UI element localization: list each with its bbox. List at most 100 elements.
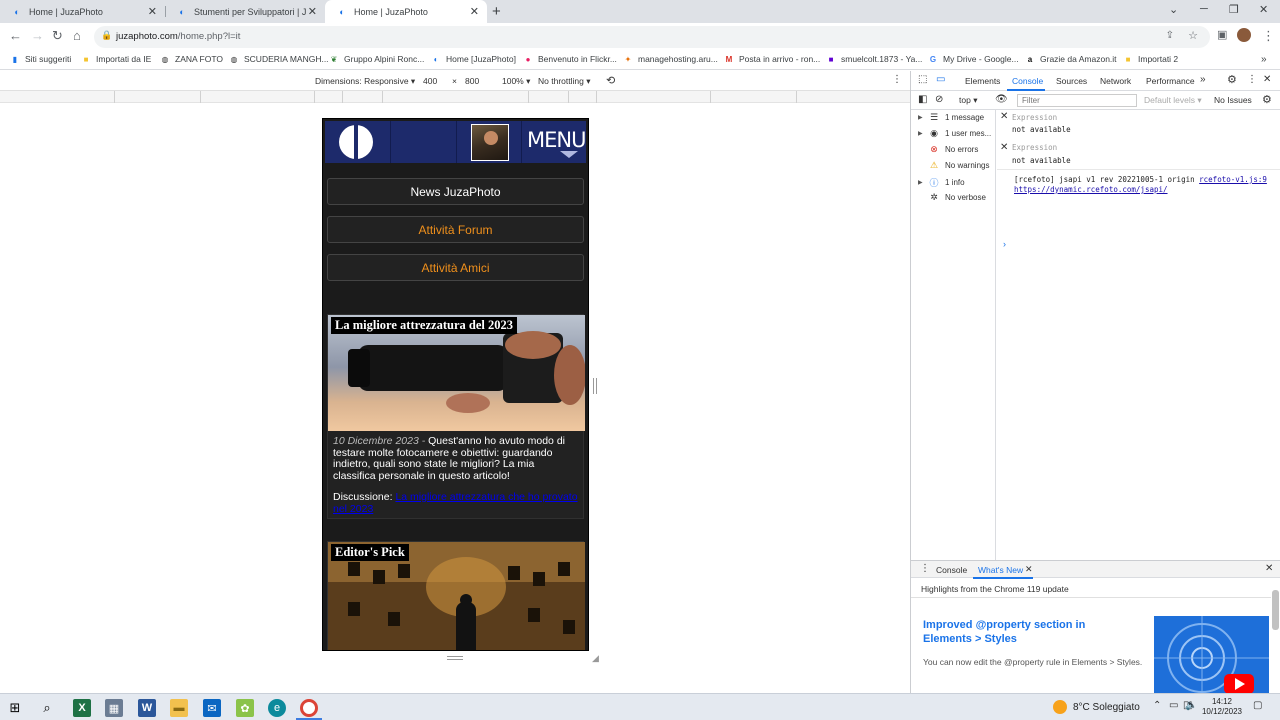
reload-icon[interactable]: ↻ xyxy=(52,28,63,44)
close-devtools-icon[interactable]: ✕ xyxy=(1263,74,1271,85)
live-expression-label[interactable]: Expression xyxy=(1012,143,1057,152)
close-tab-icon[interactable]: ✕ xyxy=(148,5,157,18)
bookmark-managehosting[interactable]: ✦ managehosting.aru... xyxy=(623,54,718,64)
tray-chevron-icon[interactable]: ⌃ xyxy=(1153,700,1161,711)
remove-expression-icon[interactable]: ✕ xyxy=(1000,111,1008,122)
device-more-icon[interactable]: ⋮ xyxy=(892,74,902,85)
width-input[interactable]: 400 xyxy=(423,76,437,86)
file-explorer-icon[interactable]: ▬ xyxy=(170,699,188,717)
weather-widget[interactable]: 8°C Soleggiato xyxy=(1053,700,1140,714)
calculator-icon[interactable]: ▦ xyxy=(105,699,123,717)
resize-handle-right[interactable] xyxy=(593,378,597,394)
chrome-icon[interactable] xyxy=(300,699,318,717)
live-expression-eye-icon[interactable]: 👁 xyxy=(995,94,1008,105)
notifications-cell[interactable]: 0 ▷ 0 ▷ 0 ✉ xyxy=(457,121,522,163)
bookmark-yahoo[interactable]: ■ smuelcolt.1873 - Ya... xyxy=(826,54,923,64)
excel-icon[interactable]: X xyxy=(73,699,91,717)
close-window-icon[interactable]: ✕ xyxy=(1259,3,1268,16)
sidebar-toggle-icon[interactable]: ◧ xyxy=(918,94,927,105)
sidebar-errors[interactable]: ⊗ No errors xyxy=(918,144,978,155)
notifications-icon[interactable]: ▢ xyxy=(1253,700,1262,711)
more-options-icon[interactable]: ⋮ xyxy=(1262,28,1275,44)
battery-icon[interactable]: ▭ xyxy=(1169,700,1178,711)
context-selector[interactable]: top ▾ xyxy=(959,95,977,106)
news-juzaphoto-button[interactable]: News JuzaPhoto xyxy=(327,178,584,205)
clear-console-icon[interactable]: ⊘ xyxy=(935,94,943,105)
tab-home-juzaphoto-active[interactable]: ◐ Home | JuzaPhoto ✕ xyxy=(325,0,487,23)
close-tab-icon[interactable]: ✕ xyxy=(470,5,479,18)
live-expression-label[interactable]: Expression xyxy=(1012,113,1057,122)
bookmark-posta[interactable]: M Posta in arrivo - ron... xyxy=(724,54,821,64)
home-icon[interactable]: ⌂ xyxy=(73,28,81,43)
resize-handle-bottom[interactable] xyxy=(447,656,463,660)
inspect-element-icon[interactable]: ⬚ xyxy=(918,74,927,85)
bookmark-google-drive[interactable]: G My Drive - Google... xyxy=(928,54,1019,64)
bookmark-scuderia[interactable]: ◍ SCUDERIA MANGH... xyxy=(229,54,329,64)
tab-sources[interactable]: Sources xyxy=(1056,76,1087,86)
remove-expression-icon[interactable]: ✕ xyxy=(1000,142,1008,153)
resize-handle-corner-icon[interactable]: ◢ xyxy=(592,653,599,664)
devtools-more-icon[interactable]: ⋮ xyxy=(1247,74,1257,85)
minimize-icon[interactable]: ─ xyxy=(1200,3,1208,15)
dimensions-dropdown[interactable]: Dimensions: Responsive ▾ xyxy=(315,76,415,87)
sidebar-warnings[interactable]: ⚠ No warnings xyxy=(918,160,990,171)
sidebar-messages[interactable]: ▶ ☰ 1 message xyxy=(918,112,984,123)
sidebar-verbose[interactable]: ✲ No verbose xyxy=(918,192,986,203)
tab-home-juzaphoto-1[interactable]: ◐ Home | JuzaPhoto ✕ xyxy=(0,0,165,23)
sidebar-info[interactable]: ▶ ⓘ 1 info xyxy=(918,176,965,189)
rotate-icon[interactable]: ⟲ xyxy=(606,74,615,87)
editors-pick-title[interactable]: Editor's Pick xyxy=(331,544,409,561)
drawer-menu-icon[interactable]: ⋮ xyxy=(920,563,930,574)
word-icon[interactable]: W xyxy=(138,699,156,717)
bookmark-importati-ie[interactable]: ■ Importati da IE xyxy=(81,54,152,64)
profile-avatar[interactable] xyxy=(1237,28,1251,42)
settings-gear-icon[interactable]: ⚙ xyxy=(1227,73,1237,86)
lock-icon[interactable]: 🔒 xyxy=(101,30,112,41)
attivita-amici-button[interactable]: Attività Amici xyxy=(327,254,584,281)
zoom-dropdown[interactable]: 100% ▾ xyxy=(502,76,530,87)
tab-performance[interactable]: Performance xyxy=(1146,76,1195,86)
tab-network[interactable]: Network xyxy=(1100,76,1131,86)
windows-start-icon[interactable]: ⊞ xyxy=(6,699,24,717)
bookmark-siti-suggeriti[interactable]: ▮ Siti suggeriti xyxy=(10,54,72,64)
more-bookmarks-chevron-icon[interactable]: » xyxy=(1261,54,1267,65)
address-bar[interactable]: 🔒 juzaphoto.com/home.php?l=it ⇪ ☆ xyxy=(94,26,1210,48)
editors-pick-card[interactable]: Editor's Pick xyxy=(327,541,585,650)
taskbar-clock[interactable]: 14:12 10/12/2023 xyxy=(1199,697,1245,717)
log-source-link[interactable]: rcefoto-v1.js:9 xyxy=(1199,175,1267,184)
attivita-forum-button[interactable]: Attività Forum xyxy=(327,216,584,243)
bookmark-importati-2[interactable]: ■ Importati 2 xyxy=(1123,54,1179,64)
height-input[interactable]: 800 xyxy=(465,76,479,86)
bookmark-zana-foto[interactable]: ◍ ZANA FOTO xyxy=(160,54,224,64)
throttling-dropdown[interactable]: No throttling ▾ xyxy=(538,76,591,87)
console-prompt-icon[interactable]: › xyxy=(1003,239,1006,249)
log-levels-dropdown[interactable]: Default levels ▾ xyxy=(1144,95,1202,106)
close-tab-icon[interactable]: ✕ xyxy=(308,5,317,18)
sidebar-user-messages[interactable]: ▶ ◉ 1 user mes... xyxy=(918,128,991,139)
log-url-link[interactable]: https://dynamic.rcefoto.com/jsapi/ xyxy=(1014,185,1168,194)
logo-cell[interactable] xyxy=(325,121,391,163)
tab-search-chevron-icon[interactable]: ⌄ xyxy=(1169,3,1178,16)
whats-new-video-thumbnail[interactable] xyxy=(1154,616,1269,694)
app-icon[interactable]: ✿ xyxy=(236,699,254,717)
search-icon[interactable]: ⌕ xyxy=(38,699,56,717)
device-toggle-icon[interactable]: ▭ xyxy=(936,74,945,85)
tab-console[interactable]: Console xyxy=(1012,76,1043,86)
tab-elements[interactable]: Elements xyxy=(965,76,1000,86)
bookmark-amazon[interactable]: a Grazie da Amazon.it xyxy=(1025,54,1117,64)
new-tab-icon[interactable]: + xyxy=(492,3,501,20)
mail-icon[interactable]: ✉ xyxy=(203,699,221,717)
share-icon[interactable]: ⇪ xyxy=(1166,30,1174,41)
edge-icon[interactable]: e xyxy=(268,699,286,717)
whats-new-item-title[interactable]: Improved @property section in Elements >… xyxy=(923,618,1113,646)
console-filter-input[interactable] xyxy=(1017,94,1137,107)
url-text[interactable]: juzaphoto.com/home.php?l=it xyxy=(116,31,240,42)
volume-icon[interactable]: 🔈 xyxy=(1185,700,1197,711)
drawer-tab-whats-new[interactable]: What's New xyxy=(978,565,1023,575)
bookmark-flickr[interactable]: ● Benvenuto in Flickr... xyxy=(523,54,617,64)
close-drawer-icon[interactable]: ✕ xyxy=(1265,563,1273,574)
avatar-cell[interactable] xyxy=(391,121,509,163)
drawer-tab-console[interactable]: Console xyxy=(936,565,967,575)
whats-new-scrollbar[interactable] xyxy=(1272,590,1279,630)
close-whats-new-icon[interactable]: ✕ xyxy=(1025,564,1033,575)
